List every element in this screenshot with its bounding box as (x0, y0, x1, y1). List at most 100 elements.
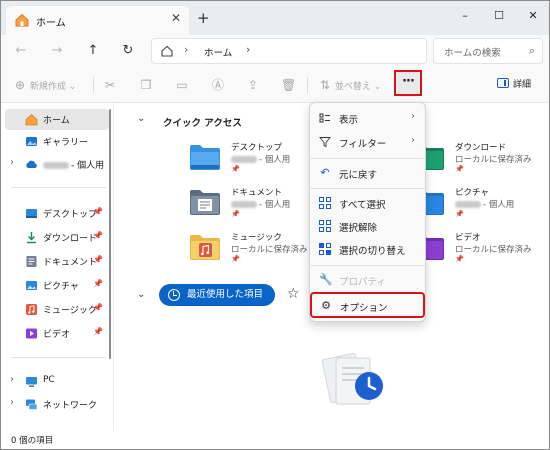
quick-access-music[interactable]: ミュージック ローカルに保存済み 📌 (189, 231, 319, 269)
see-more-button[interactable]: ··· (394, 70, 422, 96)
sidebar-item-label: - 個人用 (43, 158, 104, 171)
menu-item-select-none[interactable]: 選択解除 (313, 215, 422, 237)
sidebar-item-music[interactable]: ミュージック 📌 (5, 299, 109, 320)
new-tab-button[interactable]: + (197, 9, 210, 27)
sidebar-item-gallery[interactable]: ギャラリー (5, 131, 109, 152)
search-icon: ⌕ (528, 44, 535, 57)
sidebar-item-pictures[interactable]: ピクチャ 📌 (5, 275, 109, 296)
collapse-chevron-icon[interactable]: ⌄ (137, 113, 145, 124)
new-button[interactable]: ⊕ 新規作成 ⌄ (13, 75, 76, 95)
item-name: ミュージック (231, 233, 282, 243)
sidebar-item-home[interactable]: ホーム (5, 109, 109, 130)
redacted-name (231, 156, 257, 163)
favorites-star-icon[interactable]: ☆ (287, 286, 300, 302)
home-icon (15, 13, 29, 27)
item-name: ドキュメント (231, 188, 283, 198)
cut-button[interactable]: ✂ (103, 75, 117, 95)
sidebar-item-downloads[interactable]: ダウンロード 📌 (5, 227, 109, 248)
address-bar[interactable]: › ホーム › (151, 38, 427, 64)
rename-icon: Ⓐ (211, 78, 224, 92)
menu-item-label: すべて選択 (339, 200, 386, 211)
item-name: ビデオ (455, 233, 481, 243)
undo-icon: ↶ (320, 166, 330, 179)
filter-icon (319, 137, 331, 148)
sidebar-item-label: ミュージック (43, 306, 97, 316)
address-row: ← → ↑ ↻ › ホーム › ホームの検索 ⌕ (1, 35, 549, 67)
item-location: - 個人用 (455, 198, 514, 210)
home-outline-icon (161, 45, 173, 57)
navigation-pane: ホーム ギャラリー › - 個人用 デスクトップ 📌 ダウンロード 📌 ドキュメ… (1, 103, 114, 431)
quick-access-downloads[interactable]: ダウンロード ローカルに保存済み 📌 (413, 141, 543, 179)
music-icon (26, 304, 37, 315)
redacted-name (231, 201, 257, 208)
delete-button[interactable]: 🗑 (281, 75, 296, 95)
share-button[interactable]: ⇪ (246, 75, 260, 95)
menu-divider (310, 158, 425, 159)
onedrive-cloud-icon (26, 160, 37, 168)
sidebar-item-label: ダウンロード (43, 234, 98, 244)
sidebar-item-network[interactable]: › ネットワーク (5, 394, 109, 415)
sidebar-item-onedrive[interactable]: › - 個人用 (5, 154, 109, 175)
pin-icon: 📌 (93, 207, 103, 216)
sidebar-item-pc[interactable]: › PC (5, 371, 109, 392)
rename-button[interactable]: Ⓐ (211, 75, 225, 95)
see-more-menu: 表示 › フィルター › ↶ 元に戻す すべて選択 選択解除 選択の切り替え 🔧 (309, 102, 426, 322)
item-name: ダウンロード (455, 143, 507, 153)
view-icon (319, 113, 330, 123)
quick-access-videos[interactable]: ビデオ ローカルに保存済み 📌 (413, 231, 543, 269)
menu-item-invert-selection[interactable]: 選択の切り替え (313, 238, 422, 260)
sort-button[interactable]: ⇅ 並べ替え ⌄ (318, 75, 381, 95)
sidebar-item-videos[interactable]: ビデオ 📌 (5, 323, 109, 344)
breadcrumb-chevron-icon: › (184, 43, 189, 56)
pin-icon: 📌 (93, 279, 103, 288)
item-location: ローカルに保存済み (455, 155, 532, 165)
recent-items-tab[interactable]: 最近使用した項目 (159, 284, 275, 306)
copy-icon: ❐ (140, 78, 152, 92)
close-window-button[interactable]: ✕ (518, 5, 548, 27)
back-arrow-icon[interactable]: ← (11, 41, 31, 61)
menu-item-filter[interactable]: フィルター › (313, 131, 422, 153)
quick-access-pictures[interactable]: ピクチャ - 個人用 📌 (413, 186, 543, 224)
sidebar-item-label: ギャラリー (43, 138, 89, 148)
sidebar-item-documents[interactable]: ドキュメント 📌 (5, 251, 109, 272)
search-input[interactable]: ホームの検索 ⌕ (433, 38, 543, 64)
close-tab-icon[interactable]: ✕ (171, 11, 181, 25)
menu-divider (310, 265, 425, 266)
collapse-chevron-icon[interactable]: ⌄ (137, 289, 145, 300)
paste-button[interactable]: ▭ (175, 75, 189, 95)
forward-arrow-icon[interactable]: → (47, 41, 67, 61)
sidebar-item-desktop[interactable]: デスクトップ 📌 (5, 203, 109, 224)
maximize-button[interactable]: ☐ (484, 5, 514, 27)
sidebar-divider (11, 357, 106, 358)
item-location: - 個人用 (231, 198, 290, 210)
desktop-icon (26, 209, 37, 218)
menu-item-view[interactable]: 表示 › (313, 107, 422, 129)
details-pane-button[interactable]: 詳細 (497, 75, 531, 95)
refresh-icon[interactable]: ↻ (118, 41, 138, 61)
menu-item-select-all[interactable]: すべて選択 (313, 192, 422, 214)
quick-access-documents[interactable]: ドキュメント - 個人用 📌 (189, 186, 319, 224)
select-none-icon (319, 220, 331, 232)
menu-item-undo[interactable]: ↶ 元に戻す (313, 162, 422, 184)
new-button-label: 新規作成 (29, 82, 66, 92)
cut-icon: ✂ (104, 78, 116, 92)
gear-icon: ⚙ (321, 299, 331, 312)
up-arrow-icon[interactable]: ↑ (83, 41, 103, 61)
chevron-right-icon[interactable]: › (10, 157, 14, 168)
sidebar-scrollbar[interactable] (109, 109, 111, 359)
chevron-right-icon[interactable]: › (10, 374, 14, 385)
chevron-right-icon[interactable]: › (10, 397, 14, 408)
pin-icon: 📌 (231, 165, 240, 173)
tab-home[interactable]: ホーム ✕ (6, 6, 189, 35)
quick-access-desktop[interactable]: デスクトップ - 個人用 📌 (189, 141, 319, 179)
breadcrumb-chevron-icon[interactable]: › (246, 43, 250, 56)
menu-item-options[interactable]: ⚙ オプション (310, 292, 425, 318)
quick-access-header[interactable]: クイック アクセス (163, 115, 242, 129)
documents-icon (26, 256, 37, 267)
minimize-button[interactable]: – (450, 5, 480, 27)
breadcrumb-home[interactable]: ホーム (204, 45, 232, 59)
music-folder-icon (190, 235, 220, 260)
copy-button[interactable]: ❐ (139, 75, 153, 95)
menu-item-label: フィルター (339, 139, 387, 150)
status-bar: 0 個の項目 (1, 431, 549, 449)
